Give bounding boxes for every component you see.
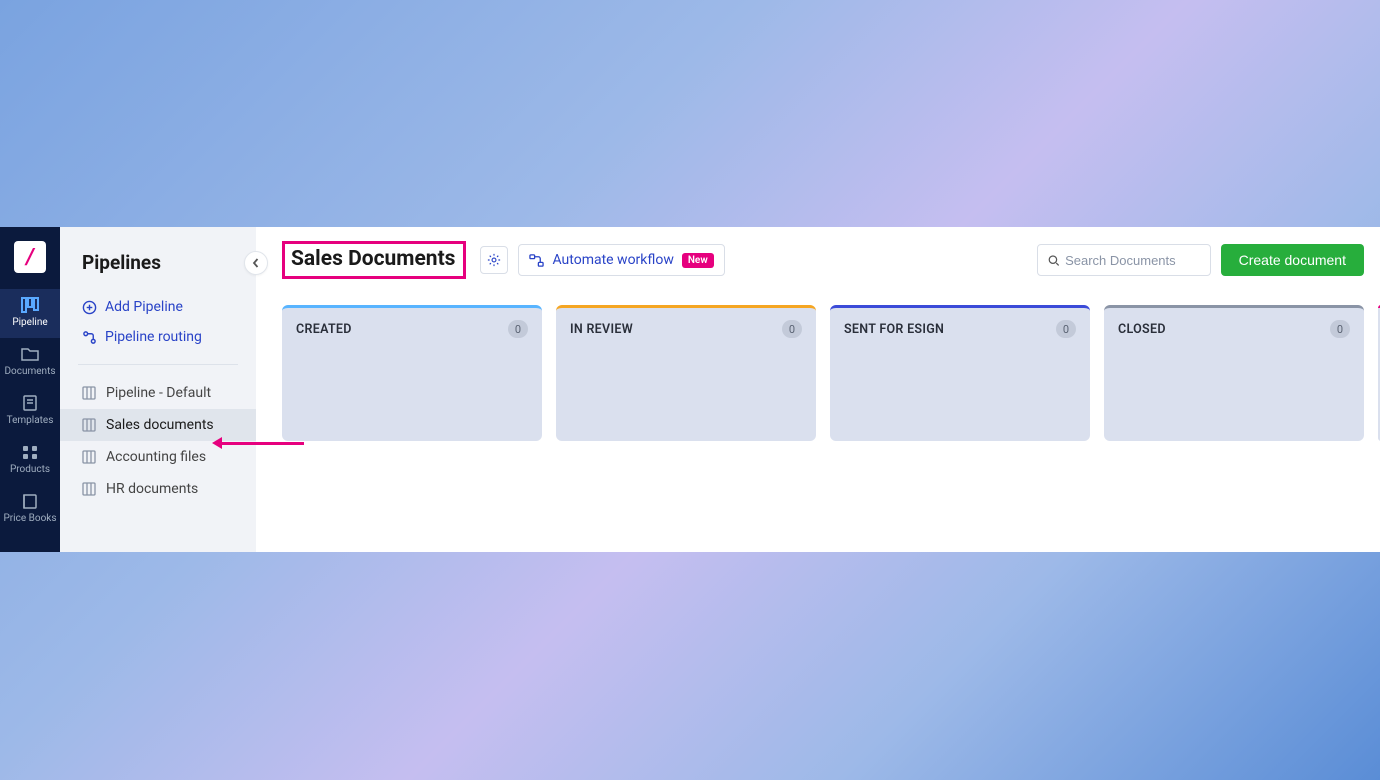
pipeline-item-sales-documents[interactable]: Sales documents	[60, 409, 256, 441]
automate-workflow-button[interactable]: Automate workflow New	[518, 244, 724, 276]
toolbar: Sales Documents Automate workflow New Cr…	[256, 227, 1380, 293]
search-icon	[1048, 254, 1060, 267]
nav-rail: / Pipeline Documents Templates Products …	[0, 227, 60, 552]
add-pipeline-label: Add Pipeline	[105, 299, 183, 315]
rail-item-pipeline[interactable]: Pipeline	[0, 289, 60, 338]
app-frame: / Pipeline Documents Templates Products …	[0, 227, 1380, 552]
sidebar: Pipelines Add Pipeline Pipeline routing …	[60, 227, 256, 552]
rail-item-documents[interactable]: Documents	[0, 338, 60, 387]
rail-label: Price Books	[3, 513, 56, 524]
page-title: Sales Documents	[291, 247, 455, 271]
page-title-highlight: Sales Documents	[282, 241, 466, 279]
column-count: 0	[1330, 320, 1350, 338]
gear-icon	[487, 253, 501, 267]
pipeline-label: Sales documents	[106, 417, 214, 433]
column-sent-for-esign[interactable]: SENT FOR ESIGN 0	[830, 305, 1090, 441]
column-header: IN REVIEW 0	[556, 308, 816, 350]
workflow-icon	[529, 253, 544, 268]
board-icon	[82, 482, 96, 496]
pipeline-item-hr[interactable]: HR documents	[60, 473, 256, 505]
search-box[interactable]	[1037, 244, 1211, 276]
column-title: CLOSED	[1118, 322, 1166, 337]
chevron-left-icon	[251, 258, 261, 268]
column-header: SENT FOR ESIGN 0	[830, 308, 1090, 350]
pipeline-routing-button[interactable]: Pipeline routing	[60, 322, 256, 352]
board-icon	[82, 386, 96, 400]
pipeline-label: Pipeline - Default	[106, 385, 211, 401]
add-pipeline-button[interactable]: Add Pipeline	[60, 292, 256, 322]
app-logo[interactable]: /	[14, 241, 46, 273]
board-icon	[82, 450, 96, 464]
pipeline-label: HR documents	[106, 481, 198, 497]
column-count: 0	[508, 320, 528, 338]
sidebar-title: Pipelines	[60, 251, 256, 292]
routing-icon	[82, 330, 97, 345]
automate-label: Automate workflow	[552, 252, 673, 268]
pipeline-label: Accounting files	[106, 449, 206, 465]
rail-label: Documents	[4, 366, 55, 377]
collapse-sidebar-button[interactable]	[244, 251, 268, 275]
rail-label: Templates	[7, 415, 54, 426]
plus-circle-icon	[82, 300, 97, 315]
rail-item-pricebooks[interactable]: Price Books	[0, 485, 60, 534]
column-closed[interactable]: CLOSED 0	[1104, 305, 1364, 441]
create-document-button[interactable]: Create document	[1221, 244, 1364, 276]
grid-icon	[21, 444, 39, 460]
divider	[78, 364, 238, 365]
board-icon	[82, 418, 96, 432]
column-title: SENT FOR ESIGN	[844, 322, 944, 337]
new-badge: New	[682, 253, 714, 268]
kanban-icon	[21, 297, 39, 313]
main-area: Sales Documents Automate workflow New Cr…	[256, 227, 1380, 552]
column-header: CLOSED 0	[1104, 308, 1364, 350]
pipeline-item-default[interactable]: Pipeline - Default	[60, 377, 256, 409]
column-in-review[interactable]: IN REVIEW 0	[556, 305, 816, 441]
kanban-board: CREATED 0 IN REVIEW 0 SENT FOR ESIGN 0 C…	[256, 293, 1380, 441]
pipeline-routing-label: Pipeline routing	[105, 329, 202, 345]
rail-label: Products	[10, 464, 50, 475]
folder-icon	[21, 346, 39, 362]
book-icon	[21, 493, 39, 509]
column-header: CREATED 0	[282, 308, 542, 350]
search-input[interactable]	[1065, 253, 1200, 268]
template-icon	[21, 395, 39, 411]
column-count: 0	[1056, 320, 1076, 338]
column-count: 0	[782, 320, 802, 338]
rail-item-templates[interactable]: Templates	[0, 387, 60, 436]
column-created[interactable]: CREATED 0	[282, 305, 542, 441]
pipeline-item-accounting[interactable]: Accounting files	[60, 441, 256, 473]
column-title: IN REVIEW	[570, 322, 633, 337]
column-title: CREATED	[296, 322, 352, 337]
rail-label: Pipeline	[12, 317, 47, 328]
rail-item-products[interactable]: Products	[0, 436, 60, 485]
settings-button[interactable]	[480, 246, 508, 274]
